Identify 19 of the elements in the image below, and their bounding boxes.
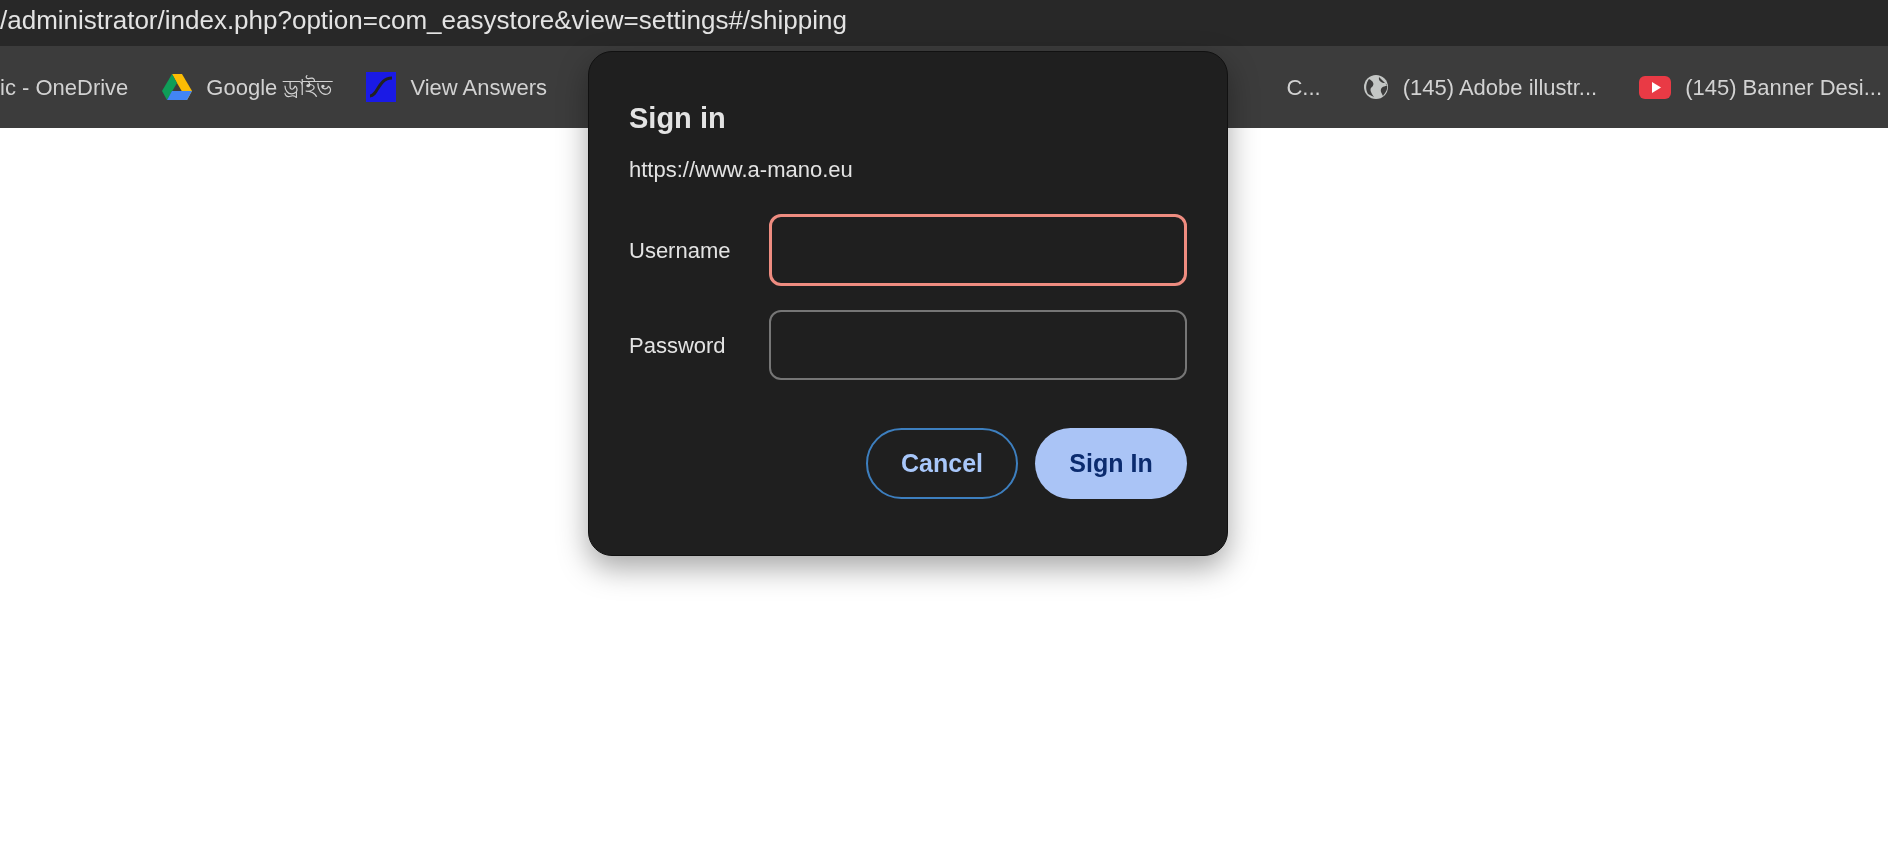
dialog-title: Sign in [629, 101, 727, 136]
field-label: Username [629, 236, 732, 265]
url-text[interactable]: /administrator/index.php?option=com_easystore&view=settings#/shipping [0, 0, 847, 40]
bookmark[interactable]: Google ড্রাইভ [162, 70, 333, 104]
bookmark[interactable]: View Answers [366, 70, 547, 104]
site-origin: https://www.a-mano.eu [629, 156, 854, 184]
bookmark[interactable]: C... [1286, 70, 1321, 104]
drive-icon [162, 74, 193, 100]
video-play-icon [1639, 75, 1672, 99]
cancel-button[interactable]: Cancel [866, 428, 1018, 499]
bookmark[interactable]: (145) Banner Desi... [1639, 70, 1882, 104]
text-field[interactable] [768, 310, 1187, 380]
answers-icon [366, 72, 397, 102]
sign-in-button[interactable]: Sign In [1035, 428, 1187, 499]
bookmark[interactable]: ic - OneDrive [0, 70, 129, 104]
globe-icon [1362, 74, 1389, 100]
field-label: Password [629, 331, 727, 360]
bookmark[interactable]: (145) Adobe illustr... [1362, 70, 1598, 104]
text-field[interactable] [768, 214, 1187, 286]
